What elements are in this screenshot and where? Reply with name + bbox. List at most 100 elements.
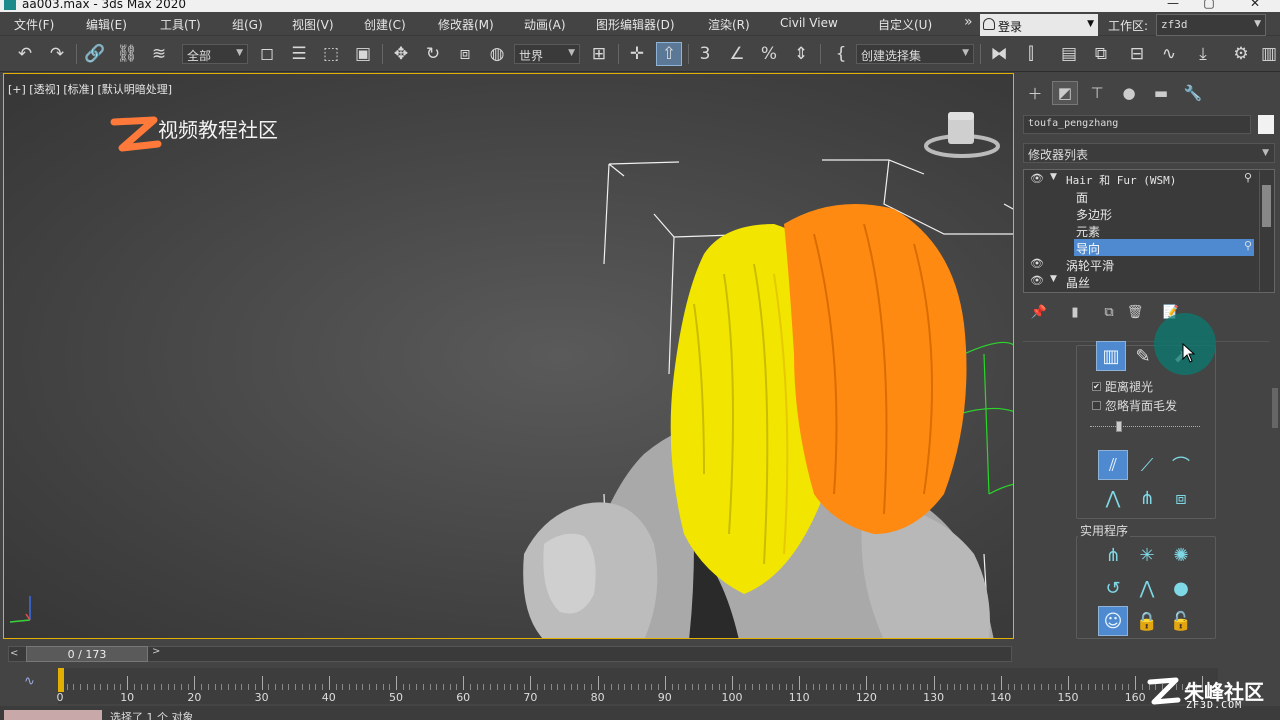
- tab-motion-icon[interactable]: ●: [1116, 81, 1142, 105]
- scrollbar-thumb[interactable]: [1272, 388, 1278, 428]
- select-by-name-icon[interactable]: ☰: [286, 42, 312, 66]
- menu-modifiers[interactable]: 修改器(M): [438, 16, 494, 33]
- expand-triangle-icon[interactable]: ▼: [1050, 274, 1057, 284]
- track-bar[interactable]: ∿ 0 10 20 30 40 50 60 70 80 90 100 110 120 130 140 150 1…: [0, 666, 1280, 706]
- redo-icon[interactable]: ↷: [44, 42, 70, 66]
- checkbox-ignore-mark[interactable]: [1092, 401, 1101, 410]
- material-editor-icon[interactable]: ⚙: [1228, 42, 1254, 66]
- menu-graph-editors[interactable]: 图形编辑器(D): [596, 16, 675, 33]
- viewcube-icon[interactable]: [922, 108, 1002, 160]
- recomb-icon[interactable]: ↺: [1098, 573, 1128, 603]
- object-color-swatch[interactable]: [1258, 115, 1274, 134]
- perspective-viewport[interactable]: [+] [透视] [标准] [默认明暗处理] 视频教程社区: [3, 73, 1014, 639]
- pin-stack-icon[interactable]: 📌: [1029, 303, 1049, 321]
- puff-guides-icon[interactable]: ⌒: [1166, 450, 1196, 480]
- schematic-view-icon[interactable]: ⤓: [1190, 42, 1216, 66]
- render-setup-icon[interactable]: ▥: [1256, 42, 1280, 66]
- distance-fade-checkbox[interactable]: ✔ 距离褪光: [1092, 378, 1153, 395]
- ignore-back-checkbox[interactable]: 忽略背面毛发: [1092, 397, 1177, 414]
- modifier-list-dropdown[interactable]: 修改器列表 ▼: [1023, 143, 1275, 163]
- workspace-dropdown[interactable]: zf3d ▼: [1156, 14, 1266, 36]
- align-icon[interactable]: ⫿: [1018, 42, 1044, 66]
- tab-display-icon[interactable]: ▬: [1148, 81, 1174, 105]
- spinner-snap-icon[interactable]: ⇕: [788, 42, 814, 66]
- tab-modify-icon[interactable]: ◩: [1052, 81, 1078, 105]
- menu-views[interactable]: 视图(V): [292, 16, 334, 33]
- translate-guides-icon[interactable]: ⫽: [1098, 450, 1128, 480]
- pop-selected-icon[interactable]: ✳: [1132, 540, 1162, 570]
- lock-icon[interactable]: 🔒: [1132, 606, 1162, 636]
- tab-create-icon[interactable]: ＋: [1022, 81, 1048, 105]
- attenuate-icon[interactable]: ⋔: [1098, 540, 1128, 570]
- bind-space-warp-icon[interactable]: ≋: [146, 42, 172, 66]
- keyboard-shortcut-override-icon[interactable]: ⇧: [656, 42, 682, 66]
- stack-item-base[interactable]: 👁 ▼ 晶丝: [1024, 273, 1258, 290]
- checkbox-distance-mark[interactable]: ✔: [1092, 382, 1101, 391]
- select-object-icon[interactable]: ◻: [254, 42, 280, 66]
- select-manipulate-icon[interactable]: ✛: [624, 42, 650, 66]
- stack-item-turbosmooth[interactable]: 👁 涡轮平滑: [1024, 256, 1258, 273]
- rect-selection-icon[interactable]: ⬚: [318, 42, 344, 66]
- menu-file[interactable]: 文件(F): [14, 16, 54, 33]
- stand-guides-icon[interactable]: ⟋: [1132, 450, 1162, 480]
- named-selection-dropdown[interactable]: 创建选择集 ▼: [856, 44, 974, 64]
- menu-edit[interactable]: 编辑(E): [86, 16, 127, 33]
- scene-explorer-icon[interactable]: ▤: [1056, 42, 1082, 66]
- minimize-button[interactable]: —: [1158, 0, 1188, 9]
- maxscript-listener[interactable]: [4, 710, 102, 720]
- stack-item-guides[interactable]: 导向 ⚲: [1024, 239, 1258, 256]
- maximize-button[interactable]: ▢: [1194, 0, 1224, 9]
- reset-rest-icon[interactable]: ⋀: [1132, 573, 1162, 603]
- current-frame-marker[interactable]: [58, 668, 64, 692]
- stack-scrollbar[interactable]: [1259, 171, 1273, 291]
- frame-ruler[interactable]: 0 10 20 30 40 50 60 70 80 90 100 110 120 130 140 150 160: [57, 668, 1218, 704]
- brush-size-slider[interactable]: [1090, 421, 1200, 433]
- time-slider-thumb[interactable]: 0 / 173: [26, 646, 148, 662]
- login-dropdown[interactable]: 登录 ▼: [980, 14, 1098, 36]
- wrench-icon[interactable]: ⚲: [1244, 239, 1252, 252]
- curve-editor-icon[interactable]: ∿: [1156, 42, 1182, 66]
- menu-civil-view[interactable]: Civil View: [780, 16, 838, 30]
- toggle-ribbon-icon[interactable]: ⊟: [1124, 42, 1150, 66]
- placement-icon[interactable]: ◍: [484, 42, 510, 66]
- menu-create[interactable]: 创建(C): [364, 16, 406, 33]
- undo-icon[interactable]: ↶: [12, 42, 38, 66]
- menu-rendering[interactable]: 渲染(R): [708, 16, 750, 33]
- mini-curve-editor-icon[interactable]: ∿: [24, 674, 35, 689]
- close-button[interactable]: ✕: [1240, 0, 1270, 9]
- tab-utilities-icon[interactable]: 🔧: [1180, 81, 1206, 105]
- pivot-center-icon[interactable]: ⊞: [586, 42, 612, 66]
- rotate-guides-icon[interactable]: ⋔: [1132, 483, 1162, 513]
- link-icon[interactable]: 🔗: [82, 42, 108, 66]
- tab-hierarchy-icon[interactable]: ⊤: [1084, 81, 1110, 105]
- stack-item-hair-fur[interactable]: 👁 ▼ Hair 和 Fur (WSM) ⚲: [1024, 171, 1258, 188]
- slider-knob[interactable]: [1116, 421, 1122, 432]
- stack-item-face[interactable]: 面: [1024, 188, 1258, 205]
- object-name-field[interactable]: toufa_pengzhang: [1023, 115, 1251, 134]
- make-unique-icon[interactable]: ⧉: [1099, 303, 1119, 321]
- selection-filter-dropdown[interactable]: 全部 ▼: [182, 44, 248, 64]
- clump-guides-icon[interactable]: ⋀: [1098, 483, 1128, 513]
- scale-guides-icon[interactable]: ⧈: [1166, 483, 1196, 513]
- menu-tools[interactable]: 工具(T): [160, 16, 201, 33]
- eye-icon[interactable]: 👁: [1030, 274, 1044, 287]
- menu-group[interactable]: 组(G): [232, 16, 263, 33]
- reference-coord-dropdown[interactable]: 世界 ▼: [514, 44, 580, 64]
- comb-tool-icon[interactable]: ▥: [1096, 341, 1126, 371]
- layer-explorer-icon[interactable]: ⧉: [1088, 42, 1114, 66]
- scrollbar-thumb[interactable]: [1262, 185, 1271, 227]
- viewport-label[interactable]: [+] [透视] [标准] [默认明暗处理]: [8, 81, 172, 97]
- angle-snap-icon[interactable]: ∠: [724, 42, 750, 66]
- move-icon[interactable]: ✥: [388, 42, 414, 66]
- time-prev-button[interactable]: <: [10, 648, 18, 659]
- mirror-icon[interactable]: ⧓: [986, 42, 1012, 66]
- scale-icon[interactable]: ⧈: [452, 42, 478, 66]
- expand-triangle-icon[interactable]: ▼: [1050, 172, 1057, 182]
- menu-customize[interactable]: 自定义(U): [878, 16, 932, 33]
- unlink-icon[interactable]: ⛓: [114, 42, 140, 66]
- pop-zero-icon[interactable]: ✺: [1166, 540, 1196, 570]
- stack-item-element[interactable]: 元素: [1024, 222, 1258, 239]
- percent-snap-icon[interactable]: %: [756, 42, 782, 66]
- wrench-icon[interactable]: ⚲: [1244, 171, 1252, 184]
- edit-named-selection-icon[interactable]: {: [828, 42, 854, 66]
